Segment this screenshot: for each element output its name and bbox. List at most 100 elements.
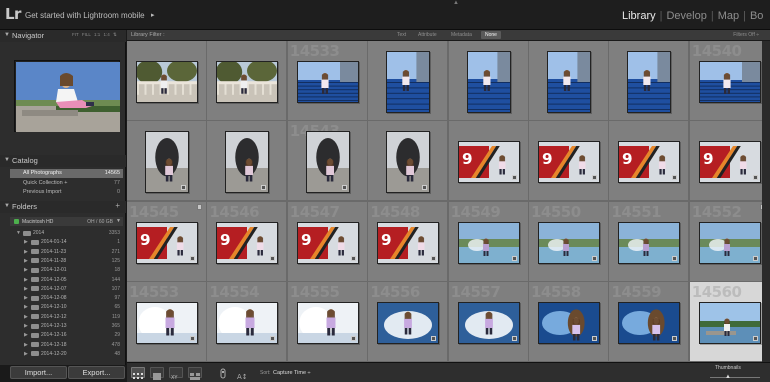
filter-metadata[interactable]: Metadata [447,31,476,39]
thumbnail-cell[interactable]: 14545 9 [127,201,207,282]
thumbnail-cell[interactable]: 14556 [368,281,449,362]
catalog-item[interactable]: All Photographs 14565 [10,169,123,178]
loupe-view-icon[interactable] [150,367,164,380]
folder-collapsed-icon[interactable]: ▶ [24,249,28,255]
grid-view-icon[interactable] [131,367,145,379]
folder-item[interactable]: ▶ 2014-12-10 65 [10,303,123,311]
thumbnail-image[interactable] [698,61,761,103]
thumbnail-image[interactable] [136,301,198,344]
thumbnail-image[interactable] [698,221,761,264]
sort-direction-icon[interactable]: A↕ [237,368,251,382]
flag-icon[interactable] [197,203,202,210]
folder-item[interactable]: ▶ 2014-12-01 18 [10,266,123,274]
thumbnail-image[interactable] [136,61,198,103]
folders-header[interactable]: ▼ Folders + [0,201,126,213]
thumbnail-image[interactable]: 9 [216,221,279,264]
thumbnail-cell[interactable]: 14557 [448,281,529,362]
folder-item[interactable]: ▼ 2014 3353 [10,229,123,237]
filters-off-dropdown[interactable]: Filters Off ÷ [733,32,759,38]
thumbnail-image[interactable] [698,301,761,344]
thumbnail-cell[interactable]: 9 [689,121,770,202]
thumbnail-image[interactable] [457,221,520,264]
survey-view-icon[interactable] [188,367,202,380]
export-button[interactable]: Export... [68,366,125,379]
folder-item[interactable]: ▶ 2014-12-16 29 [10,331,123,339]
folder-collapsed-icon[interactable]: ▶ [24,342,28,348]
thumbnail-cell[interactable]: 14548 9 [368,201,449,282]
catalog-header[interactable]: ▼ Catalog [0,155,126,167]
thumbnail-cell[interactable]: 9 [529,121,609,202]
folder-collapsed-icon[interactable]: ▶ [24,314,28,320]
navigator-header[interactable]: ▼ Navigator FIT FILL 1:1 1:4 ⇅ [0,30,126,42]
folder-collapsed-icon[interactable]: ▶ [24,323,28,329]
thumbnail-image[interactable] [296,301,359,344]
thumbnail-image[interactable] [386,131,431,194]
thumbnail-image[interactable] [296,61,359,103]
thumbnail-cell[interactable]: 14540 [689,41,770,121]
thumbnail-image[interactable]: 9 [457,141,520,184]
thumbnail-image[interactable]: 9 [136,221,198,264]
thumbnail-cell[interactable] [207,121,288,202]
thumbnail-image[interactable]: 9 [698,141,761,184]
volume-header[interactable]: Macintosh HD OH / 60 GB ▼ [10,217,123,226]
folder-collapsed-icon[interactable]: ▶ [24,332,28,338]
thumbnail-image[interactable] [225,131,270,194]
thumbnail-image[interactable] [377,301,440,344]
thumbnail-cell[interactable]: 9 [448,121,529,202]
navigator-zoom-options[interactable]: FIT FILL 1:1 1:4 ⇅ [72,32,117,38]
thumbnail-cell[interactable]: 14550 [529,201,609,282]
thumbnail-size-slider[interactable] [710,377,760,378]
thumbnail-cell[interactable] [448,41,529,121]
folder-collapsed-icon[interactable]: ▶ [24,286,28,292]
folder-collapsed-icon[interactable]: ▶ [24,304,28,310]
module-develop[interactable]: Develop [666,10,706,22]
folder-item[interactable]: ▶ 2014-01-14 1 [10,238,123,246]
thumbnail-cell[interactable]: 14554 [207,281,288,362]
thumbnail-cell[interactable]: 14533 [287,41,368,121]
catalog-item[interactable]: Quick Collection + 77 [10,179,123,188]
thumbnail-image[interactable] [618,221,681,264]
thumbnail-image[interactable] [547,51,591,113]
folder-item[interactable]: ▶ 2014-12-18 478 [10,341,123,349]
sort-dropdown[interactable]: Capture Time ÷ [273,370,311,376]
folder-item[interactable]: ▶ 2014-12-12 119 [10,313,123,321]
thumbnail-image[interactable] [466,51,511,113]
thumbnail-image[interactable] [216,301,279,344]
folder-collapsed-icon[interactable]: ▶ [24,258,28,264]
thumbnail-image[interactable]: 9 [538,141,600,184]
thumbnail-image[interactable] [627,51,672,113]
thumbnail-cell[interactable] [609,41,690,121]
thumbnail-cell[interactable] [529,41,609,121]
thumbnail-image[interactable] [538,301,600,344]
thumbnail-cell[interactable] [207,41,288,121]
module-map[interactable]: Map [718,10,739,22]
filter-text[interactable]: Text [393,31,410,39]
folder-item[interactable]: ▶ 2014-12-13 365 [10,322,123,330]
collapse-top-panel-icon[interactable]: ▲ [453,0,459,6]
thumbnail-image[interactable] [538,221,600,264]
thumbnail-cell[interactable]: 14560 [689,281,770,362]
thumbnail-cell[interactable]: 9 [609,121,690,202]
folder-item[interactable]: ▶ 2014-12-08 97 [10,294,123,302]
module-bo[interactable]: Bo [750,10,763,22]
thumbnail-image[interactable]: 9 [377,221,440,264]
thumbnail-image[interactable] [305,131,350,194]
thumbnail-image[interactable] [145,131,189,194]
thumbnail-cell[interactable]: 14552 [689,201,770,282]
folder-collapsed-icon[interactable]: ▶ [24,267,28,273]
thumbnail-cell[interactable]: 14558 [529,281,609,362]
folder-item[interactable]: ▶ 2014-12-20 48 [10,350,123,358]
thumbnail-cell[interactable]: 14553 [127,281,207,362]
thumbnail-image[interactable] [386,51,431,113]
filter-none[interactable]: None [481,31,501,39]
import-button[interactable]: Import... [10,366,67,379]
thumbnail-image[interactable] [457,301,520,344]
thumbnail-image[interactable] [618,301,681,344]
thumbnail-cell[interactable]: 14547 9 [287,201,368,282]
thumbnail-cell[interactable]: 14546 9 [207,201,288,282]
thumbnail-cell[interactable]: 14559 [609,281,690,362]
play-arrow-icon[interactable]: ▸ [151,11,155,19]
painter-icon[interactable] [219,367,227,382]
thumbnail-image[interactable]: 9 [618,141,681,184]
thumbnail-cell[interactable]: 14555 [287,281,368,362]
